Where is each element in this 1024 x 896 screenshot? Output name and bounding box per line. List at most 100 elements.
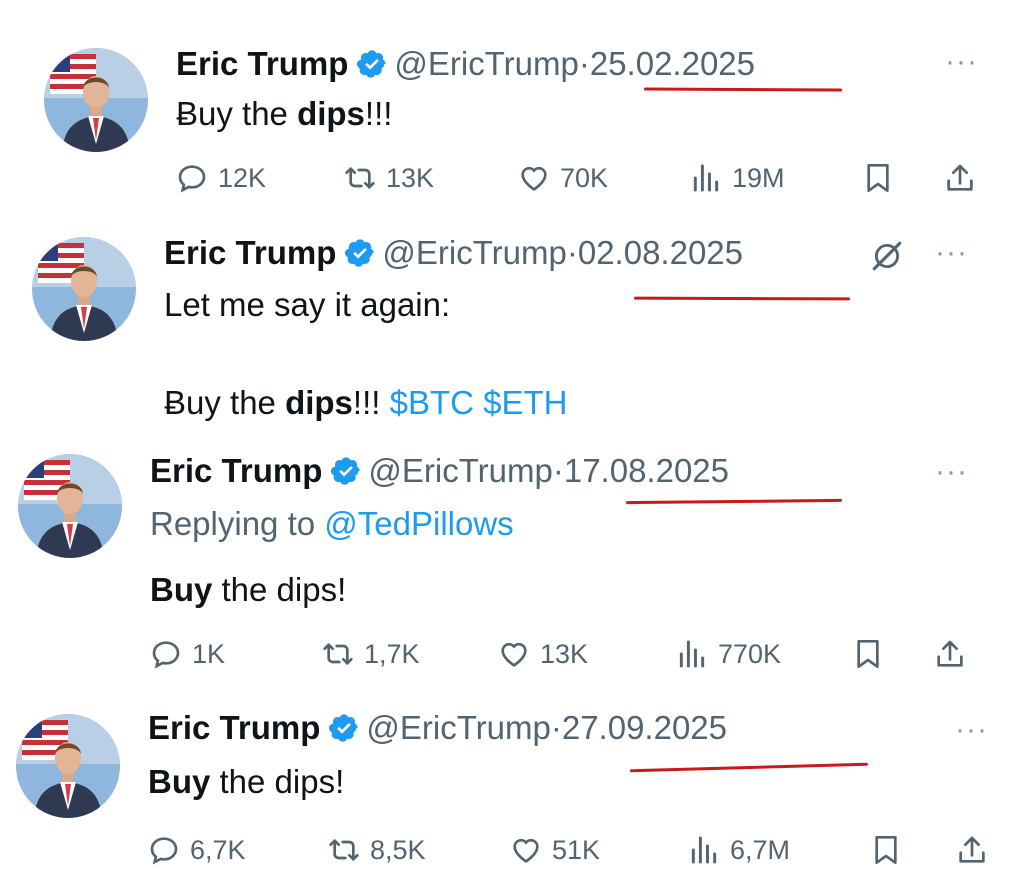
avatar[interactable] <box>18 454 122 558</box>
tweet-2[interactable]: Eric Trump @EricTrump·02.08.2025 ··· Let … <box>0 215 1024 450</box>
speech-bubble-icon <box>176 162 208 194</box>
author-handle[interactable]: @EricTrump <box>382 234 566 271</box>
text-bold: dips <box>297 95 365 132</box>
bookmark-button[interactable] <box>870 834 902 866</box>
separator-dot: · <box>550 709 562 746</box>
like-button[interactable]: 13K <box>498 638 588 670</box>
avatar[interactable] <box>32 237 136 341</box>
bookmark-icon <box>862 162 894 194</box>
profile-photo-icon <box>18 454 122 558</box>
action-bar: 6,7K 8,5K 51K 6,7M <box>148 834 998 874</box>
views-button[interactable]: 770K <box>676 638 781 670</box>
avatar[interactable] <box>44 48 148 152</box>
tweet-header: Eric Trump @EricTrump·02.08.2025 <box>164 233 743 273</box>
text-bold: Buy <box>148 763 211 800</box>
post-date[interactable]: 17.08.2025 <box>564 452 729 489</box>
more-options-icon[interactable]: ··· <box>935 457 968 487</box>
profile-photo-icon <box>16 714 120 818</box>
tweet-4[interactable]: Eric Trump @EricTrump·27.09.2025 ··· Buy … <box>0 700 1024 896</box>
reply-count: 6,7K <box>190 834 246 865</box>
verified-badge-icon <box>328 712 360 744</box>
separator-dot: · <box>578 45 590 82</box>
bar-chart-icon <box>690 162 722 194</box>
more-options-icon[interactable]: ··· <box>945 47 978 77</box>
tweet-text-line2: Ƀuy the dips!!! $BTC $ETH <box>164 383 568 423</box>
grok-slash-icon[interactable] <box>870 239 904 273</box>
bookmark-button[interactable] <box>862 162 894 194</box>
red-underline <box>643 87 843 92</box>
reply-button[interactable]: 12K <box>176 162 266 194</box>
repost-arrows-icon <box>344 162 376 194</box>
repost-count: 13K <box>386 162 435 193</box>
speech-bubble-icon <box>148 834 180 866</box>
text-part: the dips! <box>210 763 345 800</box>
author-handle[interactable]: @EricTrump <box>394 45 578 82</box>
repost-button[interactable]: 13K <box>344 162 434 194</box>
text-part: !!! <box>364 95 393 132</box>
tweet-1[interactable]: Eric Trump @EricTrump·25.02.2025 ··· Ƀuy … <box>0 0 1024 215</box>
repost-arrows-icon <box>328 834 360 866</box>
cashtag-btc-link[interactable]: $BTC <box>390 384 474 421</box>
author-name[interactable]: Eric Trump <box>150 452 322 489</box>
like-button[interactable]: 51K <box>510 834 600 866</box>
heart-icon <box>510 834 542 866</box>
bookmark-icon <box>870 834 902 866</box>
reply-button[interactable]: 6,7K <box>148 834 246 866</box>
action-bar: 1K 1,7K 13K 770K <box>150 638 980 678</box>
profile-photo-icon <box>32 237 136 341</box>
view-count: 770K <box>718 638 782 669</box>
text-bold: Buy <box>150 571 213 608</box>
share-button[interactable] <box>944 162 976 194</box>
author-handle[interactable]: @EricTrump <box>368 452 552 489</box>
repost-button[interactable]: 8,5K <box>328 834 426 866</box>
like-count: 51K <box>552 834 601 865</box>
bar-chart-icon <box>688 834 720 866</box>
author-name[interactable]: Eric Trump <box>164 234 336 271</box>
author-name[interactable]: Eric Trump <box>176 45 348 82</box>
views-button[interactable]: 19M <box>690 162 785 194</box>
bar-chart-icon <box>676 638 708 670</box>
action-bar: 12K 13K 70K 19M <box>176 162 996 202</box>
text-part: Ƀuy the <box>176 95 298 132</box>
post-date[interactable]: 27.09.2025 <box>562 709 727 746</box>
author-handle[interactable]: @EricTrump <box>366 709 550 746</box>
text-bold: dips <box>285 384 353 421</box>
text-part <box>474 384 483 421</box>
more-options-icon[interactable]: ··· <box>955 715 988 745</box>
tweet-header: Eric Trump @EricTrump·17.08.2025 <box>150 451 729 491</box>
share-upload-icon <box>934 638 966 670</box>
tweet-text-line1: Let me say it again: <box>164 286 451 323</box>
repost-count: 1,7K <box>364 638 420 669</box>
more-options-icon[interactable]: ··· <box>935 238 968 268</box>
bookmark-button[interactable] <box>852 638 884 670</box>
like-button[interactable]: 70K <box>518 162 608 194</box>
profile-photo-icon <box>44 48 148 152</box>
replying-to: Replying to @TedPillows <box>150 504 514 544</box>
separator-dot: · <box>552 452 564 489</box>
bookmark-icon <box>852 638 884 670</box>
separator-dot: · <box>566 234 578 271</box>
reply-button[interactable]: 1K <box>150 638 225 670</box>
author-name[interactable]: Eric Trump <box>148 709 320 746</box>
tweet-header: Eric Trump @EricTrump·25.02.2025 <box>176 44 755 84</box>
tweet-text: Buy the dips! <box>148 762 344 802</box>
tweet-text: Buy the dips! <box>150 570 346 610</box>
reply-count: 12K <box>218 162 267 193</box>
reply-mention-link[interactable]: @TedPillows <box>324 505 513 542</box>
heart-icon <box>498 638 530 670</box>
red-underline <box>633 296 851 301</box>
share-upload-icon <box>956 834 988 866</box>
share-button[interactable] <box>934 638 966 670</box>
repost-button[interactable]: 1,7K <box>322 638 420 670</box>
red-underline <box>625 498 843 505</box>
views-button[interactable]: 6,7M <box>688 834 790 866</box>
cashtag-eth-link[interactable]: $ETH <box>483 384 567 421</box>
post-date[interactable]: 25.02.2025 <box>590 45 755 82</box>
share-button[interactable] <box>956 834 988 866</box>
view-count: 19M <box>732 162 785 193</box>
like-count: 70K <box>560 162 609 193</box>
repost-arrows-icon <box>322 638 354 670</box>
post-date[interactable]: 02.08.2025 <box>578 234 743 271</box>
tweet-3[interactable]: Eric Trump @EricTrump·17.08.2025 ··· Repl… <box>0 450 1024 700</box>
avatar[interactable] <box>16 714 120 818</box>
